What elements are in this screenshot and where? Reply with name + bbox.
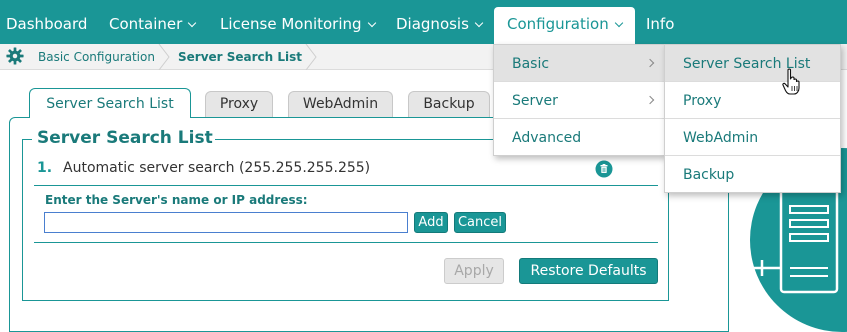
menu-item-server-label: Server bbox=[512, 93, 558, 109]
server-entry-text: Automatic server search (255.255.255.255… bbox=[63, 160, 371, 176]
menu-item-basic[interactable]: Basic bbox=[494, 45, 664, 82]
submenu-item-webadmin[interactable]: WebAdmin bbox=[665, 119, 840, 156]
nav-container[interactable]: Container bbox=[109, 0, 197, 44]
chevron-right-icon bbox=[645, 95, 655, 105]
server-name-input[interactable] bbox=[44, 212, 408, 233]
fieldset-legend: Server Search List bbox=[35, 128, 215, 148]
nav-configuration[interactable]: Configuration bbox=[494, 7, 635, 44]
add-button[interactable]: Add bbox=[414, 212, 448, 233]
tab-backup[interactable]: Backup bbox=[408, 91, 490, 117]
breadcrumb-separator bbox=[158, 44, 170, 70]
server-input-label: Enter the Server's name or IP address: bbox=[45, 193, 308, 207]
nav-info-label: Info bbox=[646, 15, 675, 33]
basic-submenu: Server Search List Proxy WebAdmin Backup bbox=[664, 44, 841, 193]
chevron-down-icon bbox=[367, 18, 376, 28]
nav-diagnosis[interactable]: Diagnosis bbox=[396, 0, 484, 44]
nav-info[interactable]: Info bbox=[646, 0, 674, 44]
trash-icon[interactable] bbox=[595, 160, 613, 178]
menu-item-server[interactable]: Server bbox=[494, 82, 664, 119]
apply-button[interactable]: Apply bbox=[444, 258, 504, 284]
submenu-item-proxy[interactable]: Proxy bbox=[665, 82, 840, 119]
chevron-right-icon bbox=[645, 58, 655, 68]
hand-cursor-icon bbox=[782, 68, 800, 95]
menu-item-advanced-label: Advanced bbox=[512, 130, 582, 146]
divider bbox=[34, 242, 658, 243]
entry-number: 1. bbox=[37, 160, 53, 176]
tab-server-search-list[interactable]: Server Search List bbox=[29, 88, 191, 118]
submenu-item-server-search-list[interactable]: Server Search List bbox=[665, 45, 840, 82]
nav-license-monitoring[interactable]: License Monitoring bbox=[220, 0, 376, 44]
fieldset-border bbox=[22, 139, 32, 140]
nav-license-monitoring-label: License Monitoring bbox=[220, 15, 362, 33]
tab-webadmin[interactable]: WebAdmin bbox=[288, 91, 393, 117]
divider bbox=[34, 185, 658, 186]
chevron-down-icon bbox=[614, 18, 623, 28]
top-navbar: Dashboard Container License Monitoring D… bbox=[0, 0, 847, 44]
restore-defaults-button[interactable]: Restore Defaults bbox=[519, 258, 658, 284]
nav-container-label: Container bbox=[109, 15, 183, 33]
nav-diagnosis-label: Diagnosis bbox=[396, 15, 469, 33]
configuration-menu: Basic Server Advanced bbox=[493, 44, 665, 156]
cancel-button[interactable]: Cancel bbox=[454, 212, 506, 233]
breadcrumb-separator bbox=[305, 44, 317, 70]
submenu-item-backup[interactable]: Backup bbox=[665, 156, 840, 193]
breadcrumb-basic-configuration[interactable]: Basic Configuration bbox=[38, 44, 155, 70]
menu-item-advanced[interactable]: Advanced bbox=[494, 119, 664, 156]
nav-dashboard[interactable]: Dashboard bbox=[6, 0, 87, 44]
gear-icon bbox=[6, 47, 24, 65]
nav-configuration-label: Configuration bbox=[507, 15, 609, 33]
chevron-down-icon bbox=[188, 18, 197, 28]
menu-item-basic-label: Basic bbox=[512, 56, 550, 72]
nav-dashboard-label: Dashboard bbox=[6, 15, 88, 33]
chevron-down-icon bbox=[474, 18, 484, 28]
tab-proxy[interactable]: Proxy bbox=[205, 91, 273, 117]
breadcrumb-server-search-list: Server Search List bbox=[178, 50, 303, 64]
